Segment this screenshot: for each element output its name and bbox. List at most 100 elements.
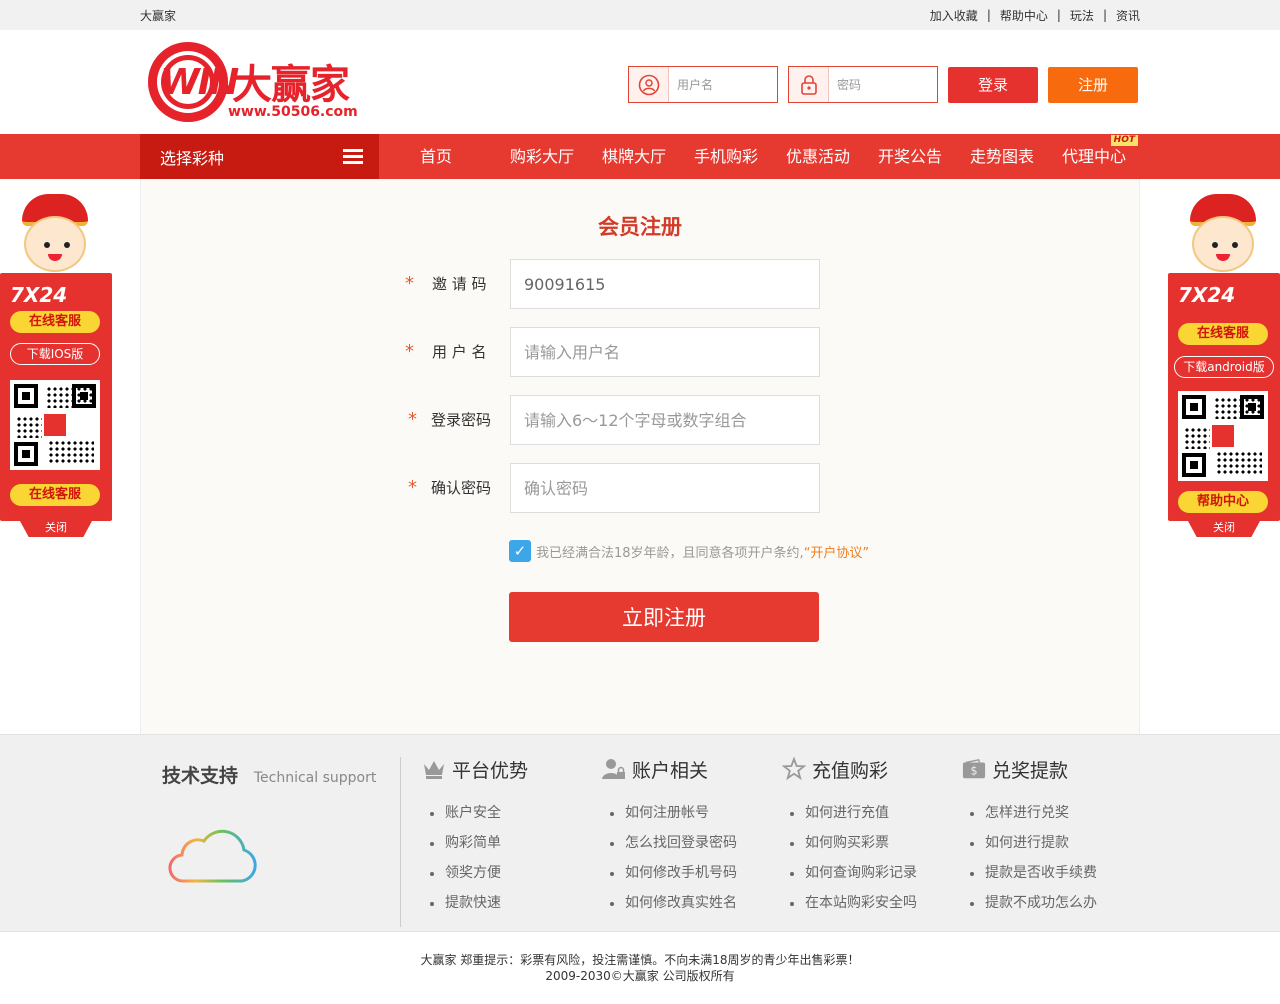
nav-item-trends[interactable]: 走势图表 [956, 134, 1048, 179]
nav-items: 首页 购彩大厅 棋牌大厅 手机购彩 优惠活动 开奖公告 走势图表 代理中心 HO… [406, 134, 1140, 179]
footer-link[interactable]: 如何修改真实姓名 [610, 888, 737, 918]
help-center-link[interactable]: 帮助中心 [1000, 7, 1048, 24]
qr-code-icon [10, 380, 100, 470]
footer-bottom: 大赢家 郑重提示：彩票有风险，投注需谨慎。不向未满18周岁的青少年出售彩票！ 2… [0, 932, 1280, 1004]
nav-item-results[interactable]: 开奖公告 [864, 134, 956, 179]
top-bar: 大赢家 加入收藏 | 帮助中心 | 玩法 | 资讯 [0, 0, 1280, 30]
footer-link[interactable]: 如何修改手机号码 [610, 858, 737, 888]
logo-mark: WIN [160, 62, 239, 103]
password-field [788, 66, 938, 103]
agreement-checkbox[interactable]: ✓ [509, 540, 531, 562]
site-name: 大赢家 [140, 8, 177, 23]
username-input[interactable] [677, 77, 777, 92]
online-service-button[interactable]: 在线客服 [1178, 323, 1268, 345]
nav-item-mobile[interactable]: 手机购彩 [680, 134, 772, 179]
tech-support: 技术支持 Technical support [162, 761, 376, 788]
lock-icon [789, 67, 829, 102]
close-floater-button[interactable]: 关闭 [1188, 521, 1260, 537]
main-nav: 选择彩种 首页 购彩大厅 棋牌大厅 手机购彩 优惠活动 开奖公告 走势图表 代理… [0, 134, 1280, 179]
user-icon [629, 67, 669, 102]
service-panel: 7X24 在线客服 下载IOS版 在线客服 [0, 273, 112, 521]
separator: | [986, 8, 991, 22]
news-link[interactable]: 资讯 [1116, 7, 1140, 24]
separator: | [1056, 8, 1061, 22]
footer-col-withdraw: $ 兑奖提款 怎样进行兑奖 如何进行提款 提款是否收手续费 提款不成功怎么办 [962, 755, 1097, 918]
header: WIN 大赢家 www.50506.com 登录 注册 [0, 30, 1280, 134]
footer-link[interactable]: 账户安全 [430, 798, 528, 828]
qr-code-icon [1178, 391, 1268, 481]
download-ios-button[interactable]: 下载IOS版 [10, 343, 100, 365]
nav-item-home[interactable]: 首页 [420, 134, 480, 179]
lottery-select-label: 选择彩种 [160, 148, 225, 168]
register-panel: 会员注册 * 邀 请 码 * 用 户 名 * 登录密码 * 确认密码 ✓ 我已经… [140, 179, 1140, 734]
agreement-row: ✓ 我已经满合法18岁年龄，且同意各项开户条约, “开户协议” [509, 540, 869, 562]
footer-link[interactable]: 怎样进行兑奖 [970, 798, 1097, 828]
footer-link[interactable]: 提款是否收手续费 [970, 858, 1097, 888]
add-favorite-link[interactable]: 加入收藏 [930, 7, 978, 24]
register-button[interactable]: 注册 [1048, 66, 1138, 103]
download-android-button[interactable]: 下载android版 [1174, 356, 1274, 378]
wallet-icon: $ [962, 757, 986, 781]
required-mark: * [408, 409, 417, 430]
nav-item-chess-hall[interactable]: 棋牌大厅 [588, 134, 680, 179]
user-lock-icon [602, 757, 626, 781]
online-service-button-bottom[interactable]: 在线客服 [10, 484, 100, 506]
mascot-icon [1168, 190, 1278, 276]
top-links: 加入收藏 | 帮助中心 | 玩法 | 资讯 [930, 7, 1140, 24]
footer-col-title: 平台优势 [452, 759, 529, 782]
footer-link[interactable]: 怎么找回登录密码 [610, 828, 737, 858]
logo-name: 大赢家 [232, 62, 350, 108]
login-box: 登录 注册 [628, 66, 1138, 103]
footer-col-recharge: 充值购彩 如何进行充值 如何购买彩票 如何查询购彩记录 在本站购彩安全吗 [782, 755, 917, 918]
required-mark: * [405, 273, 414, 294]
service-brand: 7X24 [10, 283, 68, 307]
lottery-select[interactable]: 选择彩种 [140, 134, 379, 179]
online-service-button[interactable]: 在线客服 [10, 311, 100, 333]
page-title: 会员注册 [598, 215, 682, 239]
password-box [510, 395, 820, 445]
star-icon [782, 757, 806, 781]
login-button[interactable]: 登录 [948, 66, 1038, 103]
agreement-link[interactable]: “开户协议” [804, 542, 869, 561]
right-service-floater: 7X24 在线客服 下载android版 帮助中心 关闭 [1168, 190, 1280, 540]
rules-link[interactable]: 玩法 [1070, 7, 1094, 24]
footer-link[interactable]: 购彩简单 [430, 828, 528, 858]
footer-link[interactable]: 如何注册帐号 [610, 798, 737, 828]
nav-item-promotions[interactable]: 优惠活动 [772, 134, 864, 179]
footer-link[interactable]: 如何进行充值 [790, 798, 917, 828]
tech-support-title: 技术支持 [162, 765, 239, 787]
invite-code-label: 邀 请 码 [432, 275, 487, 293]
footer-link[interactable]: 如何购买彩票 [790, 828, 917, 858]
help-center-button[interactable]: 帮助中心 [1178, 491, 1268, 513]
invite-code-input[interactable] [524, 274, 804, 294]
copyright: 2009-2030©大赢家 公司版权所有 [545, 969, 735, 983]
footer-link[interactable]: 提款不成功怎么办 [970, 888, 1097, 918]
register-username-input[interactable] [524, 342, 804, 362]
nav-item-lottery-hall[interactable]: 购彩大厅 [496, 134, 588, 179]
password-input[interactable] [837, 77, 937, 92]
separator: | [1102, 8, 1107, 22]
submit-register-button[interactable]: 立即注册 [509, 592, 819, 642]
footer-col-title: 账户相关 [632, 759, 709, 782]
footer-link[interactable]: 领奖方便 [430, 858, 528, 888]
left-service-floater: 7X24 在线客服 下载IOS版 在线客服 关闭 [0, 190, 112, 540]
footer-link[interactable]: 提款快速 [430, 888, 528, 918]
site-logo[interactable]: WIN 大赢家 www.50506.com [146, 42, 360, 122]
close-floater-button[interactable]: 关闭 [20, 521, 92, 537]
footer-link[interactable]: 在本站购彩安全吗 [790, 888, 917, 918]
confirm-password-label: 确认密码 [431, 479, 492, 497]
username-row: * 用 户 名 [141, 327, 1141, 377]
service-panel: 7X24 在线客服 下载android版 帮助中心 [1168, 273, 1280, 521]
nav-item-agent[interactable]: 代理中心 HOT [1048, 134, 1140, 179]
nav-item-agent-label: 代理中心 [1061, 147, 1126, 166]
footer-col-advantages: 平台优势 账户安全 购彩简单 领奖方便 提款快速 [422, 755, 528, 918]
register-password-input[interactable] [524, 410, 804, 430]
risk-notice: 大赢家 郑重提示：彩票有风险，投注需谨慎。不向未满18周岁的青少年出售彩票！ [420, 953, 860, 967]
tech-support-subtitle: Technical support [253, 770, 377, 786]
confirm-password-input[interactable] [524, 478, 804, 498]
service-brand: 7X24 [1178, 283, 1236, 307]
footer-link[interactable]: 如何进行提款 [970, 828, 1097, 858]
confirm-password-box [510, 463, 820, 513]
username-field [628, 66, 778, 103]
footer-link[interactable]: 如何查询购彩记录 [790, 858, 917, 888]
